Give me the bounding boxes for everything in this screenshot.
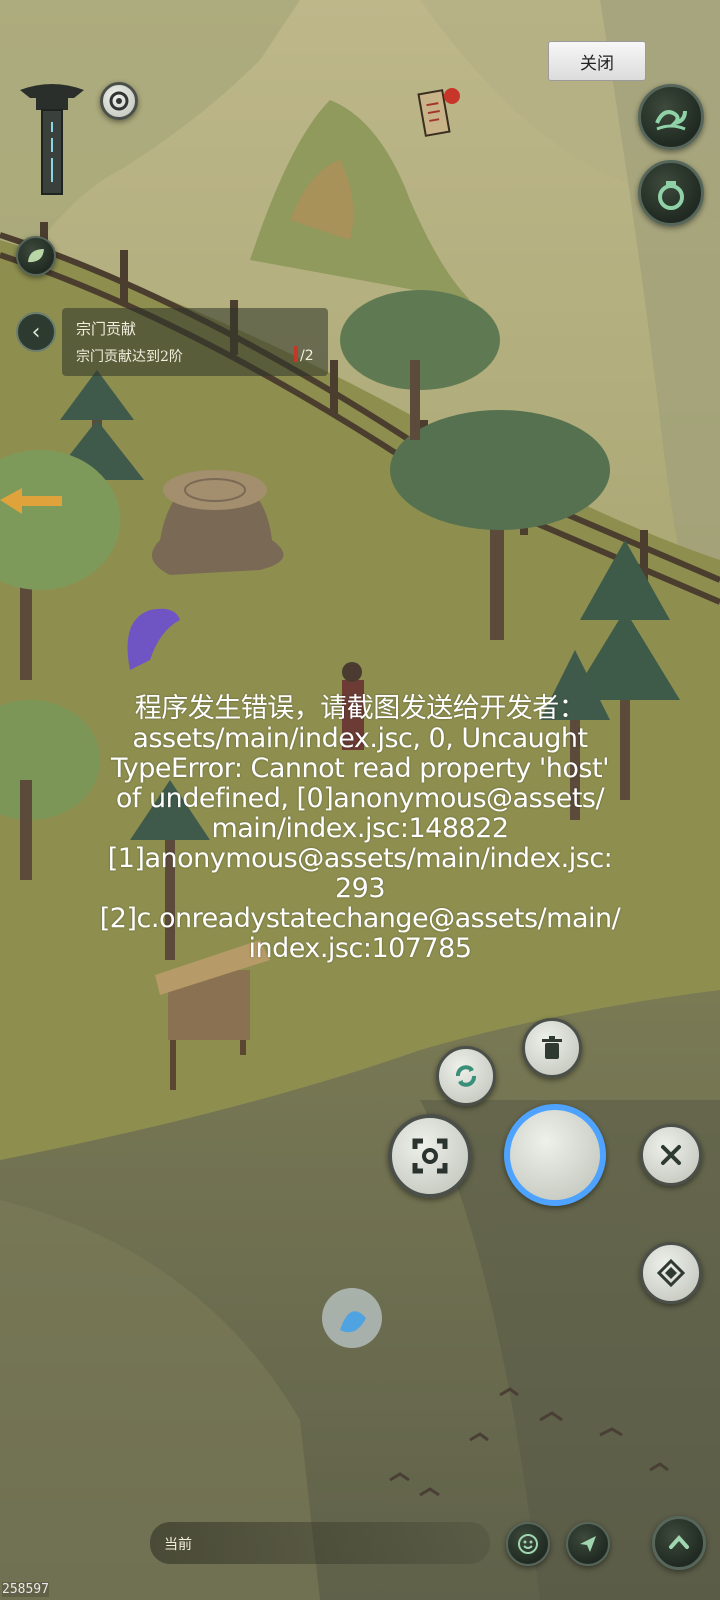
error-line: 293 [334, 873, 386, 904]
gourd-bag-icon[interactable] [638, 160, 704, 226]
error-line: index.jsc:107785 [248, 933, 472, 964]
error-message: 程序发生错误，请截图发送给开发者： assets/main/index.jsc,… [80, 694, 640, 964]
leaf-toggle-icon[interactable] [16, 236, 56, 276]
lock-target-icon[interactable] [388, 1114, 472, 1198]
chat-channel-label: 当前 [164, 1537, 192, 1553]
sect-totem-icon[interactable] [16, 78, 88, 198]
quest-progress: /2 [294, 346, 314, 364]
error-line: [1]anonymous@assets/main/index.jsc: [107, 843, 613, 874]
quest-description: 宗门贡献达到2阶 [76, 349, 183, 365]
error-line: main/index.jsc:148822 [211, 813, 509, 844]
error-line: [2]c.onreadystatechange@assets/main/ [99, 903, 621, 934]
cancel-x-icon[interactable] [640, 1124, 702, 1186]
scroll-notice-icon[interactable] [416, 84, 464, 140]
refresh-icon[interactable] [436, 1046, 496, 1106]
chat-bar[interactable]: 当前 [150, 1522, 490, 1564]
wave-skill-icon[interactable] [638, 84, 704, 150]
error-line: of undefined, [0]anonymous@assets/ [115, 783, 605, 814]
compass-icon[interactable] [100, 82, 138, 120]
diamond-skill-icon[interactable] [640, 1242, 702, 1304]
trash-icon[interactable] [522, 1018, 582, 1078]
quest-title: 宗门贡献 [76, 320, 137, 338]
emoji-icon[interactable] [506, 1522, 550, 1566]
chevron-left-icon: ‹ [31, 319, 41, 345]
send-icon[interactable] [566, 1522, 610, 1566]
version-label: 258597 [2, 1582, 49, 1597]
quest-tracker[interactable]: 宗门贡献 宗门贡献达到2阶 /2 [62, 308, 328, 376]
action-joystick-icon[interactable] [504, 1104, 606, 1206]
error-line: 程序发生错误，请截图发送给开发者： [134, 693, 586, 724]
quest-progress-text: /2 [300, 348, 314, 364]
close-button[interactable]: 关闭 [548, 41, 646, 81]
expand-up-icon[interactable] [652, 1516, 706, 1570]
error-line: assets/main/index.jsc, 0, Uncaught [132, 723, 588, 754]
quest-collapse-button[interactable]: ‹ [16, 312, 56, 352]
error-line: TypeError: Cannot read property 'host' [110, 753, 610, 784]
progress-mark-icon [294, 346, 298, 362]
